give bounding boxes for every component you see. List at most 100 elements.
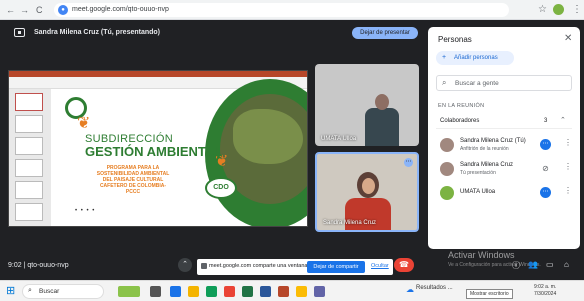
search-icon: ⌕ bbox=[28, 287, 32, 294]
audio-active-icon: ⋯ bbox=[540, 187, 551, 198]
presenting-label: Sandra Milena Cruz (Tú, presentando) bbox=[34, 29, 161, 36]
store-icon[interactable] bbox=[206, 286, 217, 297]
activities-icon[interactable]: ⌂ bbox=[564, 260, 569, 269]
info-icon[interactable]: ⓘ bbox=[512, 260, 520, 271]
collaborators-group[interactable]: Colaboradores 3 ⌃ bbox=[436, 115, 572, 129]
stop-sharing-button[interactable]: Dejar de compartir bbox=[307, 261, 365, 273]
end-call-button[interactable]: ☎ bbox=[394, 258, 414, 272]
slide-title-line2: GESTIÓN AMBIENTAL bbox=[85, 144, 223, 159]
participant-role: Anfitrión de la reunión bbox=[460, 146, 509, 152]
close-icon[interactable]: ✕ bbox=[564, 33, 572, 44]
participant-video bbox=[362, 178, 375, 194]
presenting-bar: Sandra Milena Cruz (Tú, presentando) Dej… bbox=[6, 26, 418, 40]
show-desktop-tooltip: Mostrar escritorio bbox=[466, 289, 513, 299]
add-people-label: Añadir personas bbox=[454, 55, 498, 61]
powerpoint-icon[interactable] bbox=[278, 286, 289, 297]
participant-row[interactable]: Sandra Milena Cruz Tú presentación ⊘ ⋮ bbox=[436, 159, 576, 181]
people-search-input[interactable]: ⌕ Buscar a gente bbox=[436, 75, 572, 91]
file-explorer-icon[interactable] bbox=[188, 286, 199, 297]
participant-role: Tú presentación bbox=[460, 170, 496, 176]
weather-text[interactable]: Resultados ... bbox=[416, 285, 453, 291]
cdo-logo: CDO bbox=[205, 177, 237, 199]
participant-name: Sandra Milena Cruz bbox=[323, 220, 377, 226]
mic-muted-icon: ⊘ bbox=[542, 164, 549, 173]
slide-body-text: PROGRAMA PARA LA SOSTENIBILIDAD AMBIENTA… bbox=[96, 165, 170, 195]
slide-thumbnail bbox=[15, 93, 43, 111]
word-icon[interactable] bbox=[260, 286, 271, 297]
participant-tile-self[interactable]: ⋯ Sandra Milena Cruz bbox=[315, 152, 419, 232]
window-icon bbox=[201, 263, 207, 269]
slide-thumbnail bbox=[15, 159, 43, 177]
activate-windows-subtext: Ve a Configuración para activar Windows. bbox=[448, 262, 541, 268]
participant-video bbox=[375, 94, 389, 110]
participant-name: Sandra Milena Cruz (Tú) bbox=[460, 138, 526, 144]
add-people-button[interactable]: + Añadir personas bbox=[436, 51, 514, 65]
chevron-up-icon[interactable]: ⌃ bbox=[178, 258, 192, 272]
reload-button[interactable]: C bbox=[36, 5, 43, 15]
excel-icon[interactable] bbox=[242, 286, 253, 297]
activate-windows-watermark: Activar Windows bbox=[448, 250, 515, 260]
taskbar-clock[interactable]: 9:02 a. m. 7/30/2024 bbox=[534, 284, 556, 298]
slide-thumbnail bbox=[15, 115, 43, 133]
slide-thumbnail bbox=[15, 137, 43, 155]
tile-options-icon[interactable]: ⋯ bbox=[404, 158, 413, 167]
share-notification: meet.google.com comparte una ventana. De… bbox=[197, 259, 393, 275]
slide-thumbnail bbox=[15, 203, 43, 221]
people-panel: Personas ✕ + Añadir personas ⌕ Buscar a … bbox=[428, 27, 580, 249]
windows-start-icon[interactable]: ⊞ bbox=[6, 285, 15, 297]
search-placeholder: Buscar a gente bbox=[455, 80, 499, 87]
chat-icon[interactable]: ▭ bbox=[546, 260, 554, 269]
present-screen-icon bbox=[14, 28, 25, 37]
taskbar-app-icon[interactable] bbox=[118, 286, 140, 297]
back-button[interactable]: ← bbox=[6, 5, 15, 15]
slide-canvas: ❦ ❦ SUBDIRECCIÓN GESTIÓN AMBIENTAL PROGR… bbox=[55, 79, 307, 226]
more-options-icon[interactable]: ⋮ bbox=[564, 138, 572, 147]
participant-row[interactable]: Sandra Milena Cruz (Tú) Anfitrión de la … bbox=[436, 135, 576, 157]
meeting-time-code: 9:02 | qto-ouuo-nvp bbox=[8, 262, 69, 269]
stop-presenting-button[interactable]: Dejar de presentar bbox=[352, 27, 418, 39]
search-icon: ⌕ bbox=[442, 78, 447, 87]
participant-name: Sandra Milena Cruz bbox=[460, 162, 514, 168]
participant-name: UMATA Ulloa bbox=[460, 189, 496, 195]
clock-date: 7/30/2024 bbox=[534, 291, 557, 297]
participant-name: UMATA Ulloa bbox=[321, 136, 357, 142]
chevron-up-icon[interactable]: ⌃ bbox=[560, 116, 566, 124]
avatar bbox=[440, 162, 454, 176]
browser-menu-icon[interactable]: ⋮ bbox=[572, 4, 582, 15]
participant-tile[interactable]: UMATA Ulloa bbox=[315, 64, 419, 146]
collaborators-label: Colaboradores bbox=[440, 118, 480, 124]
meet-favicon-icon: ● bbox=[58, 5, 68, 15]
add-person-icon: + bbox=[442, 54, 447, 61]
avatar bbox=[440, 138, 454, 152]
participant-row[interactable]: UMATA Ulloa ⋯ ⋮ bbox=[436, 183, 576, 205]
task-view-icon[interactable] bbox=[150, 286, 161, 297]
more-options-icon[interactable]: ⋮ bbox=[564, 162, 572, 171]
avatar bbox=[440, 186, 454, 200]
participant-video bbox=[365, 108, 399, 146]
taskbar-search-placeholder: Buscar bbox=[39, 288, 60, 295]
bookmark-star-icon[interactable]: ☆ bbox=[538, 4, 547, 15]
browser-toolbar: ← → C ● meet.google.com/qto-ouuo-nvp ☆ ⋮ bbox=[0, 0, 584, 20]
section-label: EN LA REUNIÓN bbox=[438, 103, 485, 109]
panel-title: Personas bbox=[438, 35, 472, 44]
butterfly-icon: ❦ bbox=[77, 115, 91, 132]
more-options-icon[interactable]: ⋮ bbox=[564, 186, 572, 195]
slide-thumbnail bbox=[15, 181, 43, 199]
slide-dots: • • • • bbox=[75, 208, 96, 214]
taskbar-app-icon[interactable] bbox=[224, 286, 235, 297]
hide-link[interactable]: Ocultar bbox=[371, 263, 389, 269]
participant-video bbox=[345, 198, 391, 230]
share-notice-text: meet.google.com comparte una ventana. bbox=[209, 263, 309, 269]
url-text[interactable]: meet.google.com/qto-ouuo-nvp bbox=[72, 6, 169, 13]
slide-thumbnails bbox=[9, 89, 51, 226]
forward-button[interactable]: → bbox=[20, 5, 29, 15]
chrome-icon[interactable] bbox=[296, 286, 307, 297]
weather-icon: ☁ bbox=[406, 285, 414, 294]
audio-active-icon: ⋯ bbox=[540, 139, 551, 150]
taskbar-search[interactable]: ⌕ Buscar bbox=[22, 284, 104, 299]
account-avatar[interactable] bbox=[553, 4, 564, 15]
shared-screen: ❦ ❦ SUBDIRECCIÓN GESTIÓN AMBIENTAL PROGR… bbox=[8, 70, 308, 227]
teams-icon[interactable] bbox=[314, 286, 325, 297]
people-icon[interactable]: 👥 bbox=[528, 260, 538, 269]
edge-icon[interactable] bbox=[170, 286, 181, 297]
